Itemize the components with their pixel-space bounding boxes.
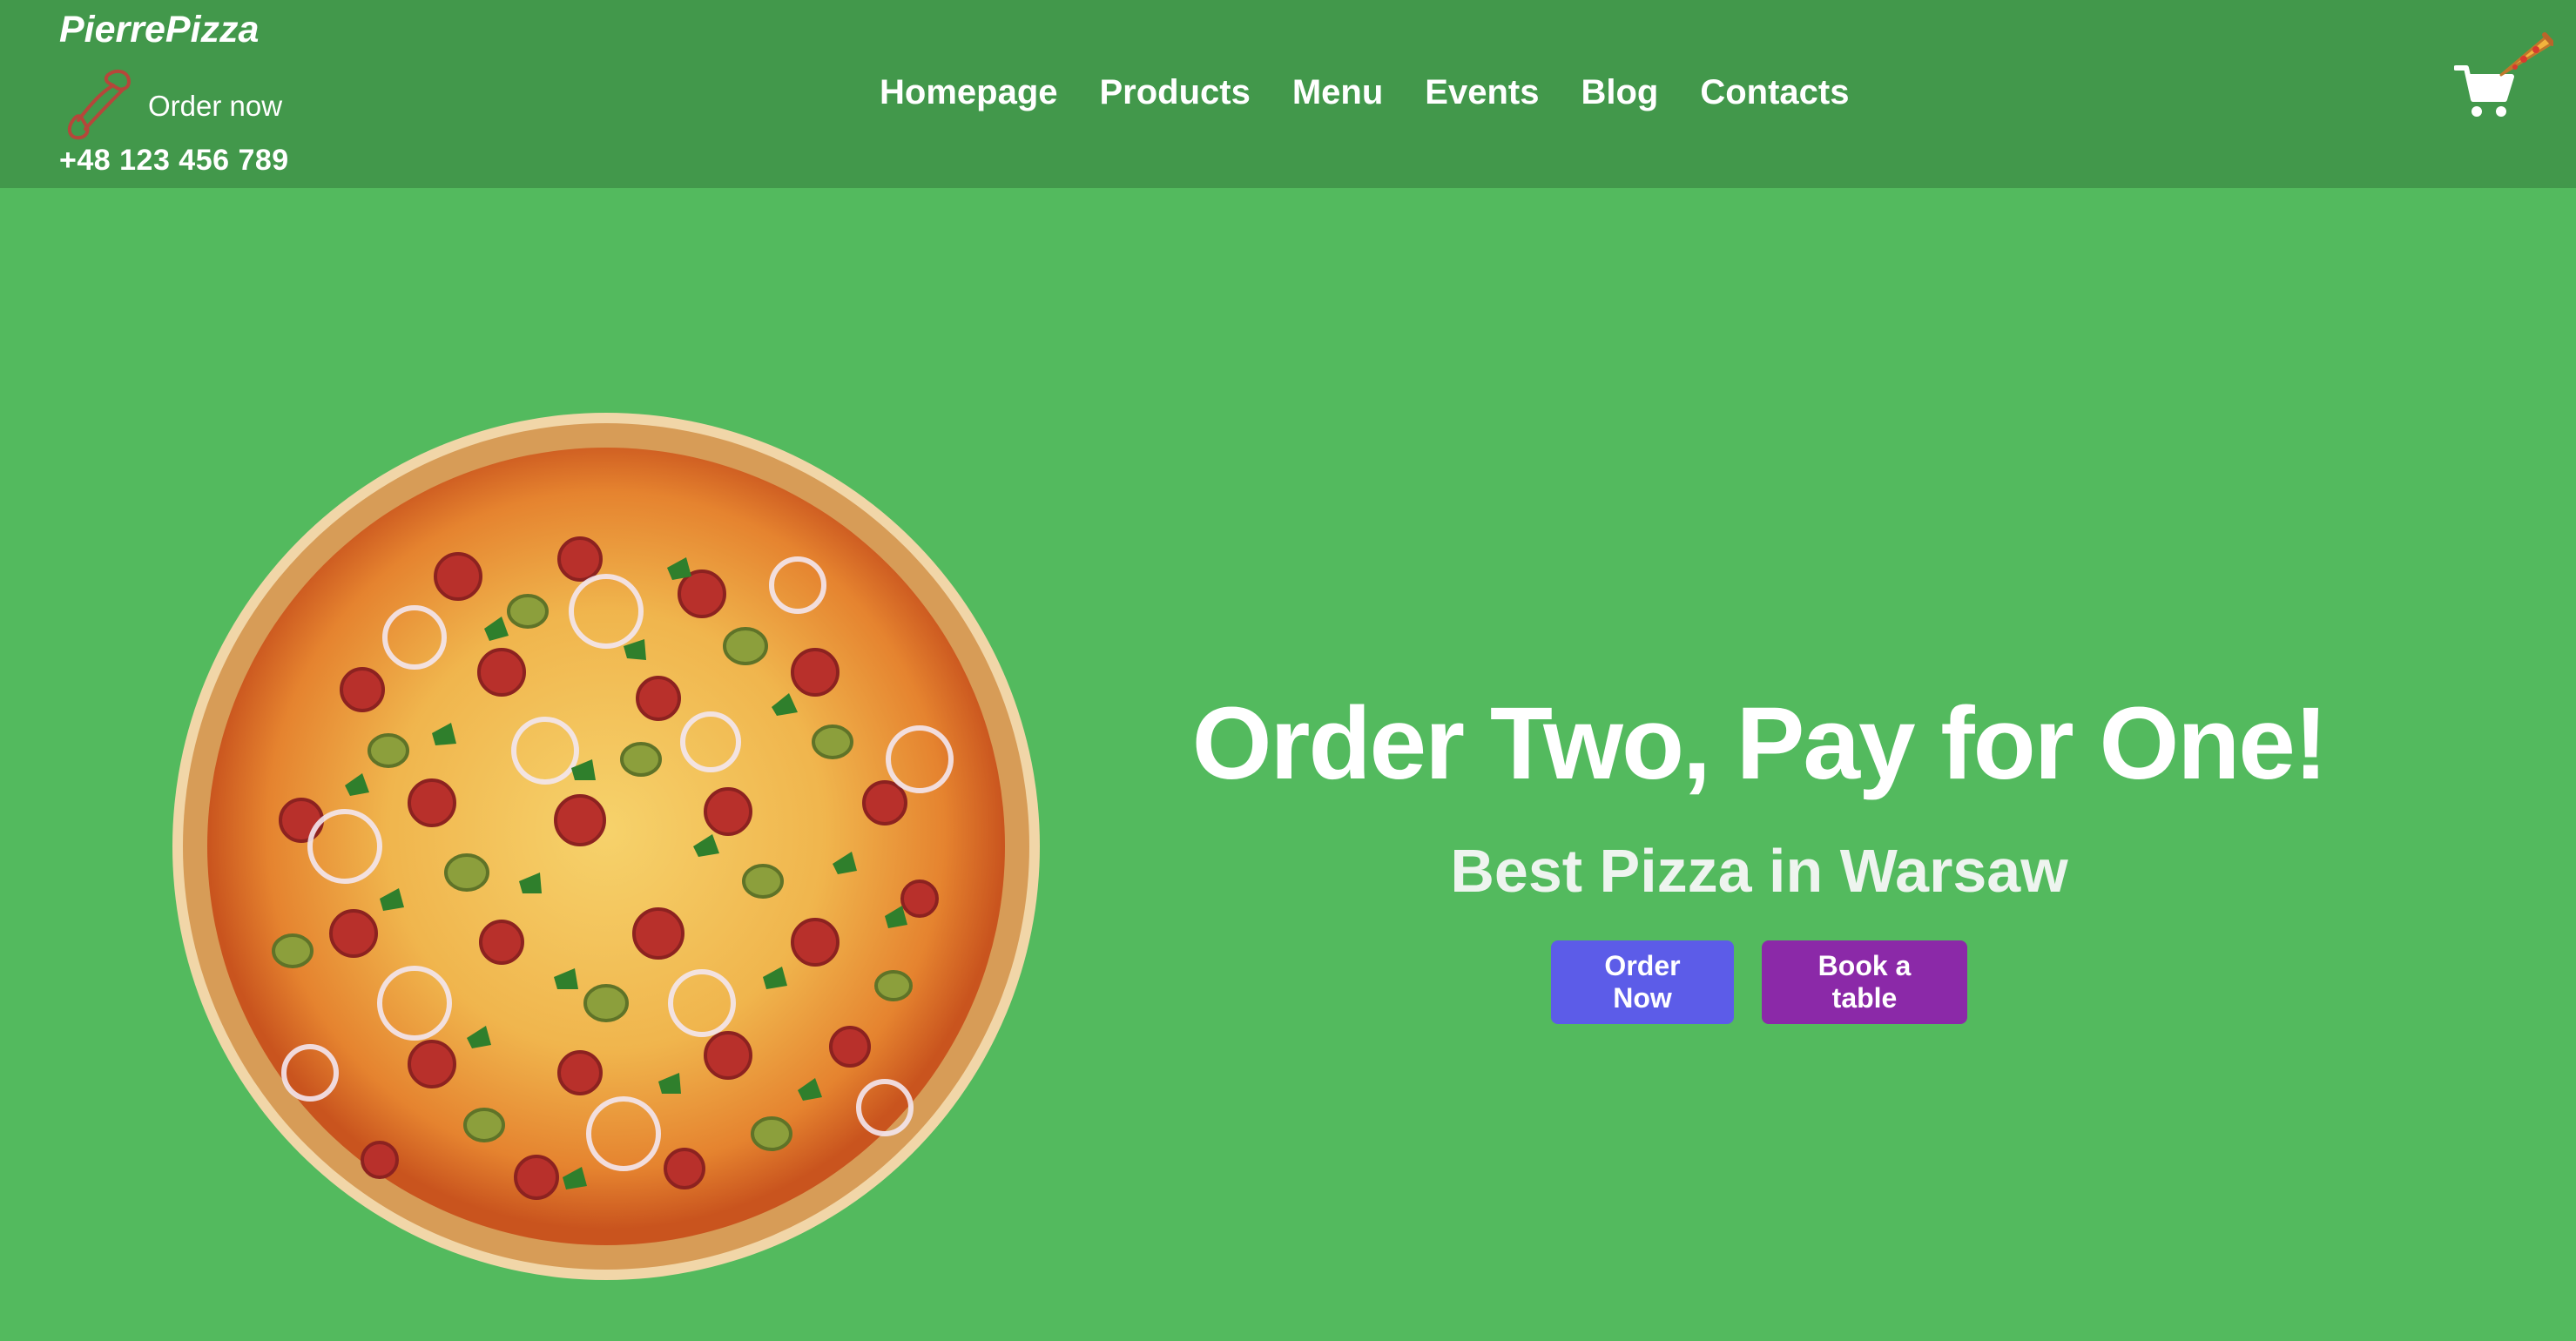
- pizza-slice-icon: [2499, 32, 2553, 77]
- nav-homepage[interactable]: Homepage: [880, 68, 1058, 117]
- hero-section: Order Two, Pay for One! Best Pizza in Wa…: [1150, 670, 2369, 1024]
- order-now-link[interactable]: Order now: [59, 66, 312, 145]
- brand-logo[interactable]: PierrePizza: [59, 5, 259, 54]
- nav-products[interactable]: Products: [1100, 68, 1251, 117]
- hero-subtitle: Best Pizza in Warsaw: [1450, 837, 2068, 905]
- book-table-button[interactable]: Book a table: [1762, 940, 1967, 1024]
- hero-title: Order Two, Pay for One!: [1191, 686, 2328, 801]
- main-nav: Homepage Products Menu Events Blog Conta…: [880, 66, 1849, 118]
- cart-button[interactable]: [2449, 31, 2553, 127]
- nav-menu[interactable]: Menu: [1292, 68, 1383, 117]
- order-now-label: Order now: [148, 90, 283, 122]
- nav-contacts[interactable]: Contacts: [1700, 68, 1849, 117]
- nav-events[interactable]: Events: [1425, 68, 1539, 117]
- hero-buttons: Order Now Book a table: [1150, 940, 2369, 1024]
- navbar: PierrePizza Order now +48 123 456 789 Ho…: [0, 0, 2576, 188]
- order-now-button[interactable]: Order Now: [1551, 940, 1734, 1024]
- pizza-image: [172, 413, 1040, 1280]
- phone-icon: [67, 69, 131, 140]
- phone-number[interactable]: +48 123 456 789: [59, 141, 289, 179]
- nav-blog[interactable]: Blog: [1581, 68, 1658, 117]
